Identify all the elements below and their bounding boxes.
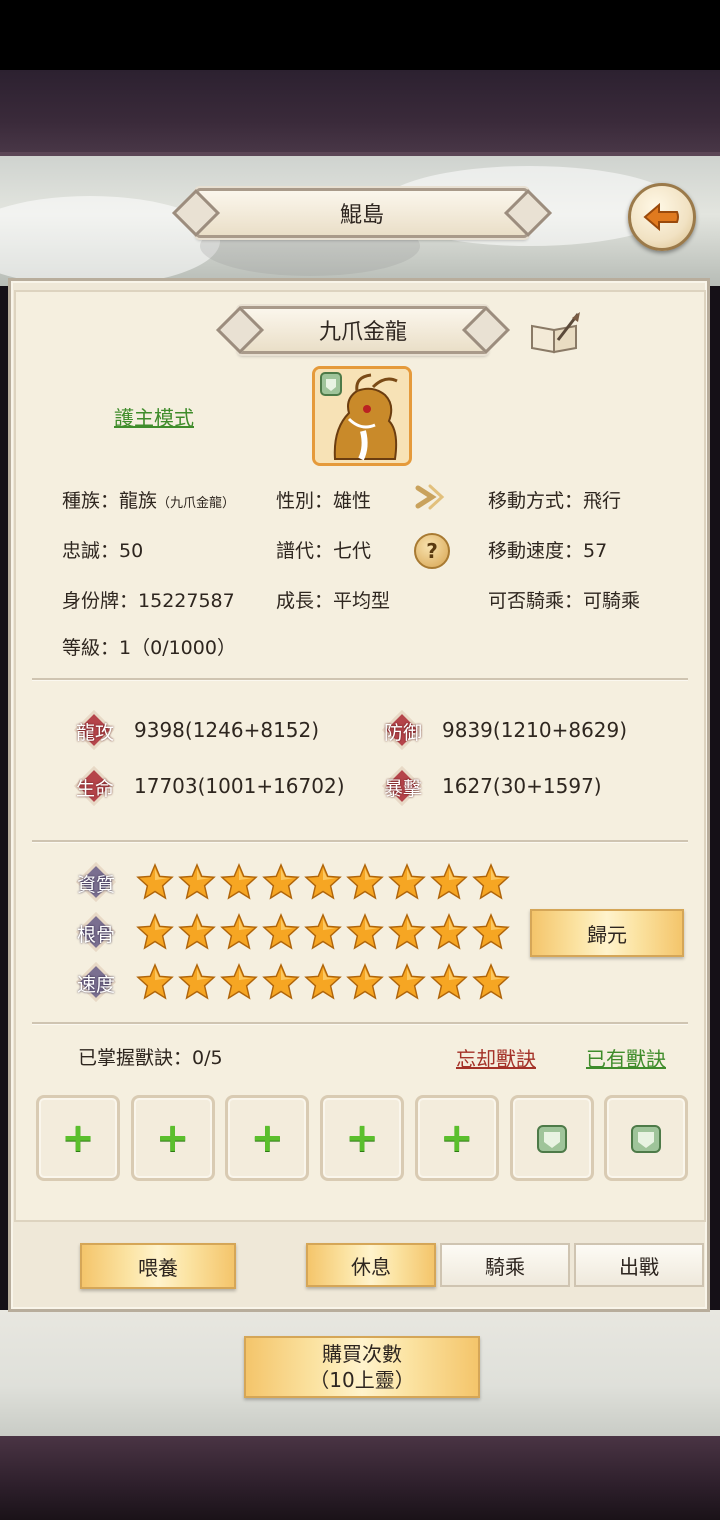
star-icon xyxy=(262,863,300,900)
add-skill-slot[interactable]: + xyxy=(225,1095,310,1181)
divider xyxy=(32,678,688,680)
status-bar-area xyxy=(0,0,720,70)
star-icon xyxy=(388,963,426,1000)
move-speed-info: 移動速度：57 xyxy=(488,540,608,562)
back-arrow-icon xyxy=(643,202,679,232)
stat-value-attack: 9398(1246+8152) xyxy=(134,718,320,742)
rating-label: 資質 xyxy=(76,874,115,896)
header-band xyxy=(0,70,720,156)
star-icon xyxy=(388,913,426,950)
feed-button[interactable]: 喂養 xyxy=(80,1243,236,1289)
rating-label: 根骨 xyxy=(76,924,115,946)
star-icon xyxy=(472,863,510,900)
divider xyxy=(32,840,688,842)
generation-info: 譜代：七代 xyxy=(276,540,372,562)
star-icon xyxy=(136,863,174,900)
plus-icon: + xyxy=(61,1115,95,1161)
stat-label-hp: 生命 xyxy=(75,778,114,800)
star-icon xyxy=(262,913,300,950)
arrow-right-icon xyxy=(415,484,445,510)
plus-icon: + xyxy=(155,1115,190,1161)
back-button[interactable] xyxy=(628,183,696,251)
star-rating xyxy=(136,863,510,901)
move-type-info: 移動方式：飛行 xyxy=(488,490,622,512)
tab-battle[interactable]: 出戰 xyxy=(574,1243,704,1287)
star-icon xyxy=(304,863,342,900)
forget-skill-link[interactable]: 忘却獸訣 xyxy=(456,1043,536,1072)
pet-portrait[interactable] xyxy=(312,366,412,466)
add-skill-slot[interactable]: + xyxy=(320,1095,405,1181)
tab-ride[interactable]: 騎乘 xyxy=(440,1243,570,1287)
guard-mode-link[interactable]: 護主模式 xyxy=(114,402,194,431)
stat-label-defense: 防御 xyxy=(383,722,422,744)
buy-count-cost: （10上靈） xyxy=(309,1368,415,1392)
add-skill-slot[interactable]: + xyxy=(36,1095,120,1181)
star-icon xyxy=(178,863,216,900)
star-icon xyxy=(220,863,258,900)
gender-info: 性別：雄性 xyxy=(276,490,372,512)
bottom-band xyxy=(0,1436,720,1520)
star-icon xyxy=(220,913,258,950)
growth-info: 成長：平均型 xyxy=(276,590,391,612)
add-skill-slot[interactable]: + xyxy=(414,1095,499,1181)
star-icon xyxy=(346,963,384,1000)
star-rating xyxy=(136,963,510,1001)
plus-icon: + xyxy=(440,1115,474,1161)
divider xyxy=(32,1022,688,1024)
star-icon xyxy=(472,963,510,1000)
page-title-text: 鯤島 xyxy=(339,203,384,228)
star-icon xyxy=(178,963,216,1000)
star-icon xyxy=(304,963,342,1000)
star-icon xyxy=(178,913,216,950)
book-quill-icon xyxy=(531,312,580,354)
owned-skills-link[interactable]: 已有獸訣 xyxy=(586,1043,666,1072)
star-icon xyxy=(346,863,384,900)
reset-button[interactable]: 歸元 xyxy=(530,909,684,957)
lock-icon xyxy=(536,1125,567,1153)
star-rating xyxy=(136,913,510,951)
star-icon xyxy=(346,913,384,950)
add-skill-slot[interactable]: + xyxy=(130,1095,215,1181)
buy-count-label: 購買次數 xyxy=(322,1342,402,1366)
stat-value-hp: 17703(1001+16702) xyxy=(134,774,345,798)
plus-icon: + xyxy=(250,1115,285,1161)
star-icon xyxy=(430,963,468,1000)
star-icon xyxy=(262,963,300,1000)
stat-value-crit: 1627(30+1597) xyxy=(442,774,602,798)
star-icon xyxy=(472,913,510,950)
page-title: 鯤島 xyxy=(171,188,553,238)
star-icon xyxy=(388,863,426,900)
star-icon xyxy=(430,913,468,950)
star-icon xyxy=(220,963,258,1000)
star-icon xyxy=(304,913,342,950)
stat-label-crit: 暴擊 xyxy=(383,778,422,800)
pet-book-icon[interactable] xyxy=(528,310,584,356)
rating-label: 速度 xyxy=(76,974,115,996)
level-info: 等級：1（0/1000） xyxy=(62,637,236,659)
locked-skill-slot[interactable] xyxy=(604,1095,689,1181)
loyalty-info: 忠誠：50 xyxy=(62,540,144,562)
locked-skill-slot[interactable] xyxy=(509,1095,594,1181)
mastered-skills: 已掌握獸訣：0/5 xyxy=(78,1047,223,1069)
stat-label-attack: 龍攻 xyxy=(75,722,114,744)
race-info: 種族：龍族（九爪金龍） xyxy=(62,490,236,512)
id-info: 身份牌：15227587 xyxy=(62,590,235,612)
pet-name: 九爪金龍 xyxy=(318,320,407,345)
pet-name-plaque: 九爪金龍 xyxy=(215,305,511,355)
gender-switch-button[interactable] xyxy=(412,480,446,514)
dragon-portrait-icon xyxy=(315,369,409,463)
star-icon xyxy=(430,863,468,900)
plus-icon: + xyxy=(345,1115,379,1161)
tab-rest[interactable]: 休息 xyxy=(306,1243,436,1287)
lock-icon xyxy=(631,1125,662,1153)
rideable-info: 可否騎乘：可騎乘 xyxy=(488,590,641,612)
star-icon xyxy=(136,913,174,950)
help-icon[interactable]: ? xyxy=(414,533,450,569)
buy-count-button[interactable]: 購買次數 （10上靈） xyxy=(244,1336,480,1398)
star-icon xyxy=(136,963,174,1000)
stat-value-defense: 9839(1210+8629) xyxy=(442,718,628,742)
